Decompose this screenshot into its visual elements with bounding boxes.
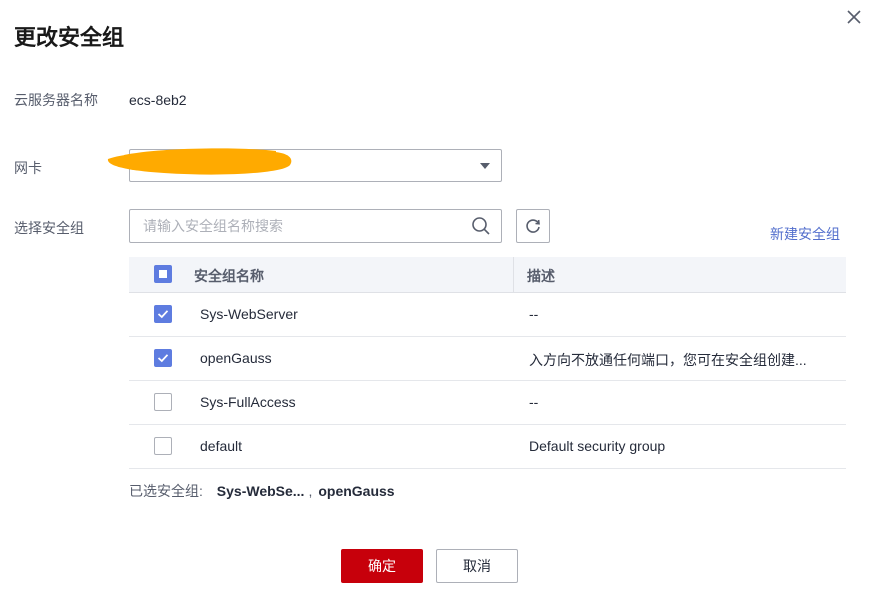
search-icon[interactable] [471, 216, 491, 236]
security-group-search [129, 209, 502, 243]
refresh-button[interactable] [516, 209, 550, 243]
security-group-name: openGauss [200, 350, 272, 366]
row-checkbox[interactable] [154, 349, 172, 367]
selected-item: openGauss [318, 483, 395, 499]
select-all-checkbox[interactable] [154, 265, 172, 283]
cancel-button[interactable]: 取消 [436, 549, 518, 583]
security-group-description: 入方向不放通任何端口，您可在安全组创建... [529, 352, 807, 368]
close-icon[interactable] [843, 6, 865, 28]
security-group-description: -- [529, 394, 539, 410]
selected-security-groups: 已选安全组: Sys-WebSe..., openGauss [129, 481, 395, 501]
security-group-table: 安全组名称 描述 Sys-WebServer -- openGauss 入方向不… [129, 257, 846, 469]
selected-separator: , [308, 483, 313, 499]
column-header-description: 描述 [527, 268, 555, 284]
confirm-button[interactable]: 确定 [341, 549, 423, 583]
nic-label: 网卡 [14, 160, 42, 176]
selected-item: Sys-WebSe... [216, 483, 305, 499]
dialog-title: 更改安全组 [14, 25, 125, 50]
refresh-icon [526, 219, 540, 233]
security-group-name: default [200, 438, 243, 454]
row-checkbox[interactable] [154, 437, 172, 455]
selected-label: 已选安全组: [129, 483, 203, 499]
server-name-label: 云服务器名称 [14, 92, 98, 108]
column-divider [513, 257, 514, 292]
table-row[interactable]: Sys-FullAccess -- [129, 381, 846, 425]
row-checkbox[interactable] [154, 305, 172, 323]
table-row[interactable]: openGauss 入方向不放通任何端口，您可在安全组创建... [129, 337, 846, 381]
row-checkbox[interactable] [154, 393, 172, 411]
security-group-description: -- [529, 306, 539, 322]
create-security-group-link[interactable]: 新建安全组 [770, 224, 840, 244]
table-row[interactable]: Sys-WebServer -- [129, 293, 846, 337]
redaction-mark [107, 148, 292, 175]
table-header: 安全组名称 描述 [129, 257, 846, 293]
search-input[interactable] [130, 210, 463, 242]
table-row[interactable]: default Default security group [129, 425, 846, 469]
check-icon [157, 310, 169, 319]
column-header-name: 安全组名称 [194, 268, 264, 284]
chevron-down-icon [480, 163, 490, 169]
security-group-description: Default security group [529, 438, 666, 454]
server-name-value: ecs-8eb2 [129, 92, 187, 108]
check-icon [157, 354, 169, 363]
select-security-group-label: 选择安全组 [14, 220, 84, 236]
security-group-name: Sys-FullAccess [200, 394, 296, 410]
security-group-name: Sys-WebServer [200, 306, 298, 322]
